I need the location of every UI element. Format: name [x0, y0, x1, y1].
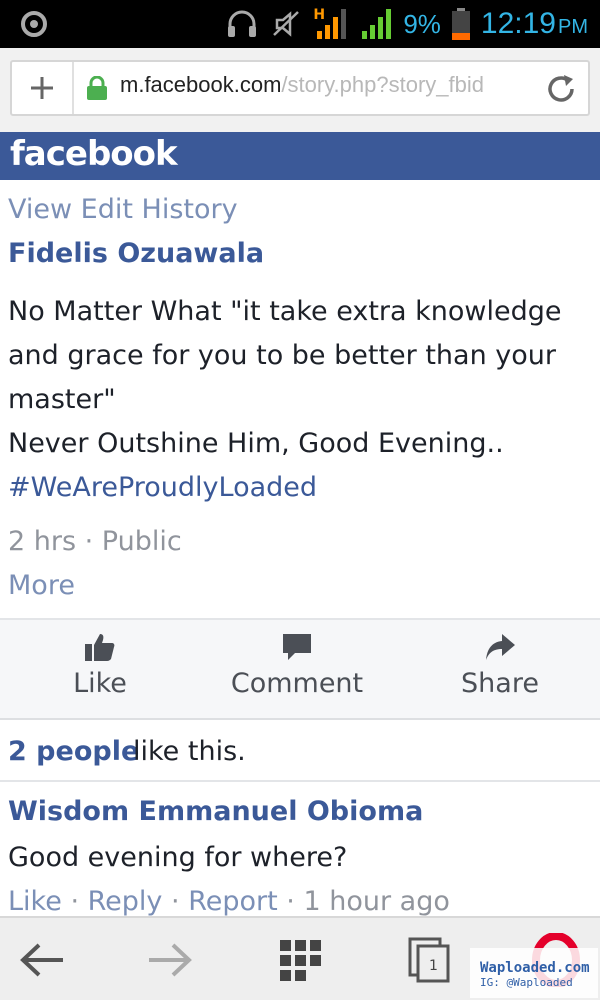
signal-icon: H	[313, 7, 349, 41]
comment-button[interactable]: Comment	[222, 620, 372, 720]
time-ampm: PM	[558, 16, 588, 38]
post-author[interactable]: Fidelis Ozuawala	[8, 238, 264, 269]
watermark-site: Waploaded.com	[480, 960, 590, 976]
post-body: No Matter What "it take extra knowledge …	[8, 290, 592, 510]
likes-text: like this.	[133, 736, 246, 767]
post-meta: 2 hrs · Public	[8, 526, 182, 557]
time-value: 12:19	[480, 7, 556, 40]
battery-icon	[451, 8, 470, 40]
forward-arrow-icon	[149, 943, 192, 977]
comment-report-link[interactable]: Report	[188, 886, 278, 917]
likes-count-link[interactable]: 2 people	[8, 736, 139, 767]
tabs-button[interactable]: 1	[400, 930, 460, 990]
comment-like-link[interactable]: Like	[8, 886, 62, 917]
share-label: Share	[461, 668, 539, 699]
comment-actions: Like · Reply · Report · 1 hour ago	[8, 886, 450, 917]
facebook-header: facebook	[0, 132, 600, 180]
comment-author[interactable]: Wisdom Emmanuel Obioma	[8, 796, 423, 827]
comment-icon	[283, 634, 311, 660]
share-button[interactable]: Share	[440, 620, 560, 720]
url-path: /story.php?story_fbid	[281, 72, 484, 97]
signal-icon	[362, 9, 392, 39]
thumbs-up-icon	[85, 634, 115, 661]
share-arrow-icon	[486, 634, 515, 660]
hashtag-link[interactable]: #WeAreProudlyLoaded	[8, 466, 592, 510]
status-time: 12:19 PM	[481, 7, 588, 41]
plus-icon	[31, 77, 53, 99]
back-button[interactable]	[12, 930, 72, 990]
reload-icon[interactable]	[544, 72, 578, 106]
speed-dial-button[interactable]	[270, 930, 330, 990]
watermark-ig: IG: @Waploaded	[480, 976, 573, 989]
comment-reply-link[interactable]: Reply	[88, 886, 163, 917]
settings-icon	[21, 11, 47, 37]
grid-icon	[280, 940, 321, 981]
post-line: No Matter What "it take extra knowledge	[8, 296, 562, 327]
lock-icon	[87, 76, 107, 100]
browser-toolbar: m.facebook.com/story.php?story_fbid	[0, 48, 600, 132]
url-host: m.facebook.com	[120, 72, 282, 97]
status-icons: H 9% 12:19 PM	[225, 0, 588, 48]
status-bar: H 9% 12:19 PM	[0, 0, 600, 48]
comment-label: Comment	[230, 668, 364, 699]
headset-icon	[228, 10, 257, 37]
separator: ·	[171, 886, 180, 917]
new-tab-button[interactable]	[12, 62, 74, 114]
more-link[interactable]: More	[8, 570, 75, 601]
facebook-logo[interactable]: facebook	[10, 134, 178, 174]
post-line: master"	[8, 384, 116, 415]
url-text[interactable]: m.facebook.com/story.php?story_fbid	[120, 72, 542, 98]
like-label: Like	[73, 668, 127, 699]
tab-count: 1	[429, 958, 438, 974]
like-button[interactable]: Like	[40, 620, 160, 720]
mute-icon	[273, 11, 300, 37]
comment-time: 1 hour ago	[303, 886, 450, 917]
back-arrow-icon	[20, 943, 63, 977]
likes-summary: 2 people like this.	[0, 720, 600, 782]
post-line: and grace for you to be better than your	[8, 340, 556, 371]
watermark: Waploaded.com IG: @Waploaded	[470, 948, 598, 998]
battery-percent: 9%	[403, 8, 441, 39]
forward-button[interactable]	[140, 930, 200, 990]
separator: ·	[286, 886, 295, 917]
post-actions: Like Comment Share	[0, 618, 600, 720]
address-bar[interactable]: m.facebook.com/story.php?story_fbid	[10, 60, 590, 116]
view-edit-history-link[interactable]: View Edit History	[8, 194, 238, 225]
post-line: Never Outshine Him, Good Evening..	[8, 428, 504, 459]
separator: ·	[70, 886, 80, 917]
comment-text: Good evening for where?	[8, 842, 348, 873]
